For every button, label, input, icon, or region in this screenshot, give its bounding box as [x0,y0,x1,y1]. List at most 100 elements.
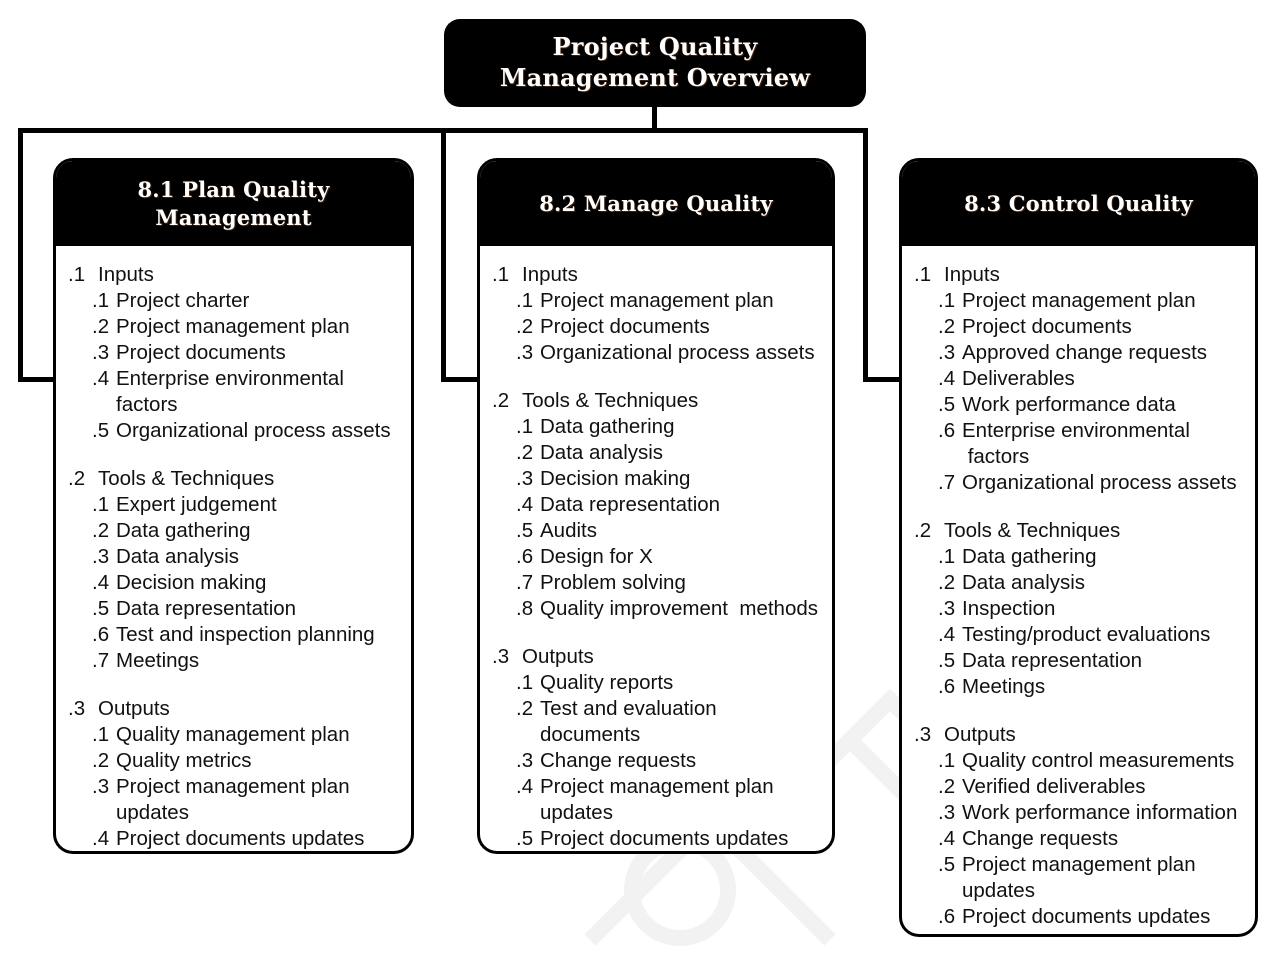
section-item-row: .2 Data analysis [912,570,1247,596]
item-label: Data analysis [962,571,1086,594]
section-item-row: .7 Meetings [66,648,403,674]
item-label: Quality reports [540,671,674,694]
item-number: .5 [92,597,110,620]
item-number: .2 [516,441,534,464]
process-card-8-1[interactable]: 8.1 Plan Quality Management .1 Inputs .1 Pr… [53,158,414,854]
section-item-row: .5 Project management plan updates [912,852,1247,904]
process-body-8-2: .1 Inputs .1 Project management plan .2 Proje… [480,246,832,851]
section-number: .1 [492,263,510,286]
item-label: Project management plan [116,315,350,338]
item-label: Project documents updates [116,827,365,850]
item-label: Change requests [962,827,1119,850]
item-label: Organizational process assets [540,341,815,364]
section-heading-row: .3 Outputs [66,696,403,722]
section-heading-row: .3 Outputs [912,722,1247,748]
section-item-row: .4 Decision making [66,570,403,596]
item-number: .3 [938,341,956,364]
item-label: Meetings [962,675,1046,698]
section-label: Inputs [522,263,578,286]
item-number: .5 [516,519,534,542]
item-number: .8 [516,597,534,620]
item-label: Test and evaluation documents [540,697,717,746]
item-label: Data representation [962,649,1143,672]
item-label: Deliverables [962,367,1075,390]
item-label: Data representation [540,493,721,516]
item-number: .3 [92,341,110,364]
section-item-row: .2 Project management plan [66,314,403,340]
section-heading-row: .2 Tools & Techniques [912,518,1247,544]
item-label: Enterprise environmental factors [962,419,1190,468]
section-number: .1 [914,263,932,286]
item-number: .5 [92,419,110,442]
item-label: Project documents [962,315,1132,338]
item-number: .4 [516,493,534,516]
item-number: .3 [516,341,534,364]
item-number: .1 [92,289,110,312]
item-number: .2 [92,749,110,772]
section-label: Outputs [98,697,170,720]
item-label: Change requests [540,749,697,772]
diagram-canvas: Project Quality Management Overview 8.1 … [0,0,1274,970]
item-label: Design for X [540,545,653,568]
item-number: .1 [938,545,956,568]
section-item-row: .5 Project documents updates [490,826,824,851]
process-card-8-3[interactable]: 8.3 Control Quality .1 Inputs .1 Project ma… [899,158,1258,937]
section-item-row: .5 Organizational process assets [66,418,403,444]
item-label: Inspection [962,597,1056,620]
item-label: Work performance information [962,801,1238,824]
item-number: .4 [938,623,956,646]
item-label: Project charter [116,289,250,312]
process-section: .1 Inputs .1 Project management plan .2 Proje… [912,262,1247,496]
section-number: .3 [68,697,86,720]
item-label: Expert judgement [116,493,277,516]
section-item-row: .5 Audits [490,518,824,544]
process-card-8-2[interactable]: 8.2 Manage Quality .1 Inputs .1 Project man… [477,158,835,854]
item-number: .2 [938,571,956,594]
item-label: Project documents updates [962,905,1211,928]
item-number: .1 [92,493,110,516]
section-heading-row: .1 Inputs [912,262,1247,288]
item-number: .2 [516,697,534,720]
item-number: .1 [938,749,956,772]
section-item-row: .2 Project documents [490,314,824,340]
item-label: Decision making [116,571,267,594]
process-title-8-3: 8.3 Control Quality [964,190,1193,216]
connector-drop-8-2 [441,128,446,382]
section-item-row: .1 Quality management plan [66,722,403,748]
section-item-row: .4 Enterprise environmental factors [66,366,403,418]
section-item-row: .1 Expert judgement [66,492,403,518]
section-item-row: .6 Meetings [912,674,1247,700]
section-item-row: .3 Organizational process assets [490,340,824,366]
item-label: Testing/product evaluations [962,623,1211,646]
section-label: Tools & Techniques [522,389,699,412]
section-item-row: .1 Project management plan [912,288,1247,314]
item-label: Test and inspection planning [116,623,375,646]
section-item-row: .4 Deliverables [912,366,1247,392]
section-heading-row: .3 Outputs [490,644,824,670]
item-number: .4 [92,571,110,594]
section-heading-row: .2 Tools & Techniques [490,388,824,414]
process-header-8-3: 8.3 Control Quality [902,161,1255,246]
item-label: Project documents updates [540,827,789,850]
item-number: .5 [938,853,956,876]
section-item-row: .4 Testing/product evaluations [912,622,1247,648]
item-number: .2 [92,519,110,542]
item-label: Project management plan updates [116,775,350,824]
item-label: Data representation [116,597,297,620]
item-number: .5 [938,393,956,416]
item-number: .6 [938,675,956,698]
section-item-row: .2 Test and evaluation documents [490,696,824,748]
section-item-row: .6 Project documents updates [912,904,1247,930]
item-label: Project management plan [962,289,1196,312]
section-item-row: .1 Quality reports [490,670,824,696]
item-number: .3 [92,545,110,568]
section-item-row: .6 Test and inspection planning [66,622,403,648]
section-item-row: .1 Data gathering [912,544,1247,570]
section-item-row: .2 Project documents [912,314,1247,340]
section-item-row: .4 Data representation [490,492,824,518]
section-number: .2 [492,389,510,412]
section-label: Inputs [98,263,154,286]
section-item-row: .5 Data representation [66,596,403,622]
section-item-row: .5 Work performance data [912,392,1247,418]
section-number: .2 [914,519,932,542]
